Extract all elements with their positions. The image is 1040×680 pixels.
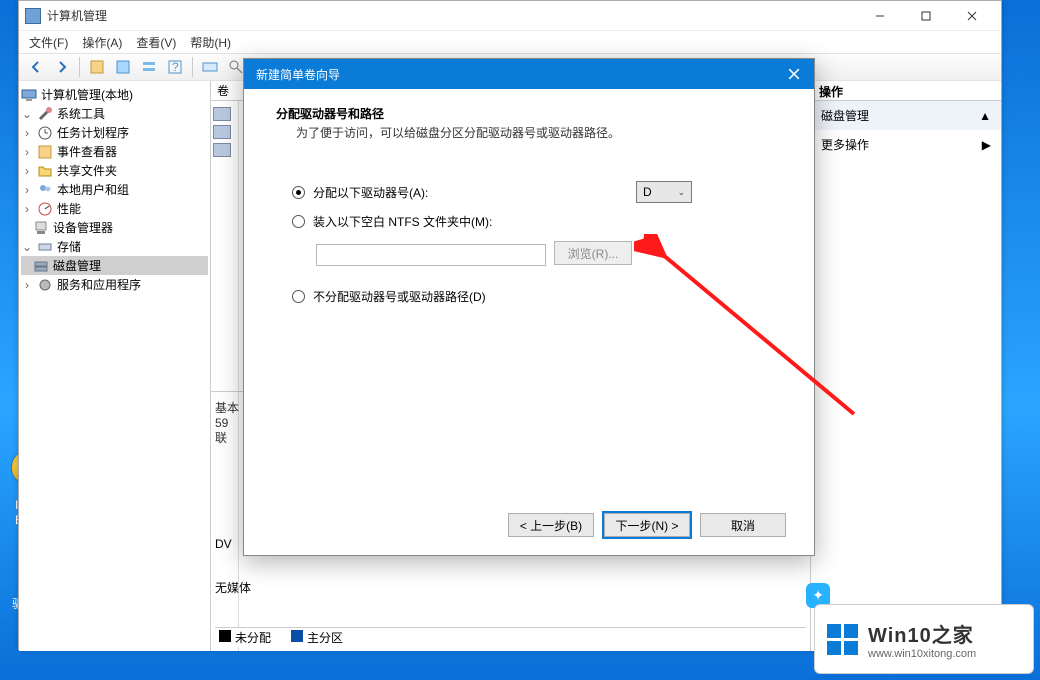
disk-icon [33,258,49,274]
caret-right-icon: › [21,184,33,196]
volume-row-stub[interactable] [213,107,231,121]
app-icon [25,8,41,24]
opt-mount-folder-label: 装入以下空白 NTFS 文件夹中(M): [313,213,492,230]
radio-assign-letter[interactable] [292,186,305,199]
chevron-down-icon: ⌄ [677,187,685,198]
maximize-button[interactable] [903,2,949,30]
volume-row-stub[interactable] [213,125,231,139]
tree-event-viewer[interactable]: ›事件查看器 [21,142,208,161]
minimize-button[interactable] [857,2,903,30]
caret-right-icon: › [21,127,33,139]
collapse-up-icon: ▲ [979,109,991,123]
close-button[interactable] [949,2,995,30]
legend: 未分配 主分区 [215,627,806,647]
disk-info: 基本 59 联 [215,401,239,446]
caret-right-icon: › [21,146,33,158]
caret-right-icon: › [21,279,33,291]
no-media-label: 无媒体 [215,579,251,596]
menu-file[interactable]: 文件(F) [29,34,68,51]
caret-right-icon: › [21,165,33,177]
caret-down-icon: ⌄ [21,108,33,120]
caret-right-icon: › [21,203,33,215]
tree-shared-folders[interactable]: ›共享文件夹 [21,161,208,180]
dialog-title: 新建简单卷向导 [256,66,340,83]
watermark: Win10之家 www.win10xitong.com [814,604,1034,674]
tools-icon [37,106,53,122]
back-button[interactable]: < 上一步(B) [508,513,594,537]
dialog-close-button[interactable] [774,59,814,89]
toolbar-btn-4[interactable]: ? [164,56,186,78]
chevron-right-icon: ▶ [982,138,991,152]
drive-letter-dropdown[interactable]: D ⌄ [636,181,692,203]
opt-no-assign-label: 不分配驱动器号或驱动器路径(D) [313,288,486,305]
menu-view[interactable]: 查看(V) [136,34,176,51]
watermark-url: www.win10xitong.com [868,648,976,660]
watermark-title: Win10之家 [868,619,976,648]
titlebar[interactable]: 计算机管理 [19,1,1001,31]
dialog-titlebar[interactable]: 新建简单卷向导 [244,59,814,89]
browse-button[interactable]: 浏览(R)... [554,241,632,265]
toolbar-btn-2[interactable] [112,56,134,78]
computer-icon [21,87,37,103]
tree-system-tools[interactable]: ⌄系统工具 [21,104,208,123]
caret-down-icon: ⌄ [21,241,33,253]
windows-logo-icon [827,624,858,655]
clock-icon [37,125,53,141]
opt-assign-letter-label: 分配以下驱动器号(A): [313,184,428,201]
mount-path-input[interactable] [316,244,546,266]
users-icon [37,182,53,198]
radio-no-assign[interactable] [292,290,305,303]
back-button[interactable] [25,56,47,78]
actions-panel: 操作 磁盘管理 ▲ 更多操作 ▶ [811,81,1001,651]
dialog-heading: 分配驱动器号和路径 [276,105,786,122]
tree-performance[interactable]: ›性能 [21,199,208,218]
services-icon [37,277,53,293]
menubar: 文件(F) 操作(A) 查看(V) 帮助(H) [19,31,1001,53]
tree-device-manager[interactable]: 设备管理器 [21,218,208,237]
dvd-row[interactable]: DV [215,537,232,551]
new-simple-volume-wizard: 新建简单卷向导 分配驱动器号和路径 为了便于访问，可以给磁盘分区分配驱动器号或驱… [243,58,815,556]
tree-disk-management[interactable]: 磁盘管理 [21,256,208,275]
tree-services[interactable]: ›服务和应用程序 [21,275,208,294]
cancel-button[interactable]: 取消 [700,513,786,537]
storage-icon [37,239,53,255]
folder-icon [37,163,53,179]
tree-local-users[interactable]: ›本地用户和组 [21,180,208,199]
actions-header: 操作 [811,81,1001,101]
radio-mount-folder[interactable] [292,215,305,228]
forward-button[interactable] [51,56,73,78]
dialog-subheading: 为了便于访问，可以给磁盘分区分配驱动器号或驱动器路径。 [296,124,786,141]
toolbar-btn-3[interactable] [138,56,160,78]
event-icon [37,144,53,160]
actions-disk-mgmt[interactable]: 磁盘管理 ▲ [811,101,1001,130]
svg-text:?: ? [172,60,179,74]
navigation-tree: 计算机管理(本地) ⌄系统工具 ›任务计划程序 ›事件查看器 ›共享文件夹 ›本… [19,81,211,651]
device-icon [33,220,49,236]
perf-icon [37,201,53,217]
toolbar-btn-1[interactable] [86,56,108,78]
tree-storage[interactable]: ⌄存储 [21,237,208,256]
window-title: 计算机管理 [47,7,857,24]
next-button[interactable]: 下一步(N) > [604,513,690,537]
tree-task-scheduler[interactable]: ›任务计划程序 [21,123,208,142]
actions-more[interactable]: 更多操作 ▶ [811,130,1001,159]
tree-root[interactable]: 计算机管理(本地) [21,85,208,104]
menu-help[interactable]: 帮助(H) [190,34,231,51]
toolbar-btn-5[interactable] [199,56,221,78]
drive-letter-value: D [643,185,652,199]
menu-action[interactable]: 操作(A) [82,34,122,51]
volume-row-stub[interactable] [213,143,231,157]
